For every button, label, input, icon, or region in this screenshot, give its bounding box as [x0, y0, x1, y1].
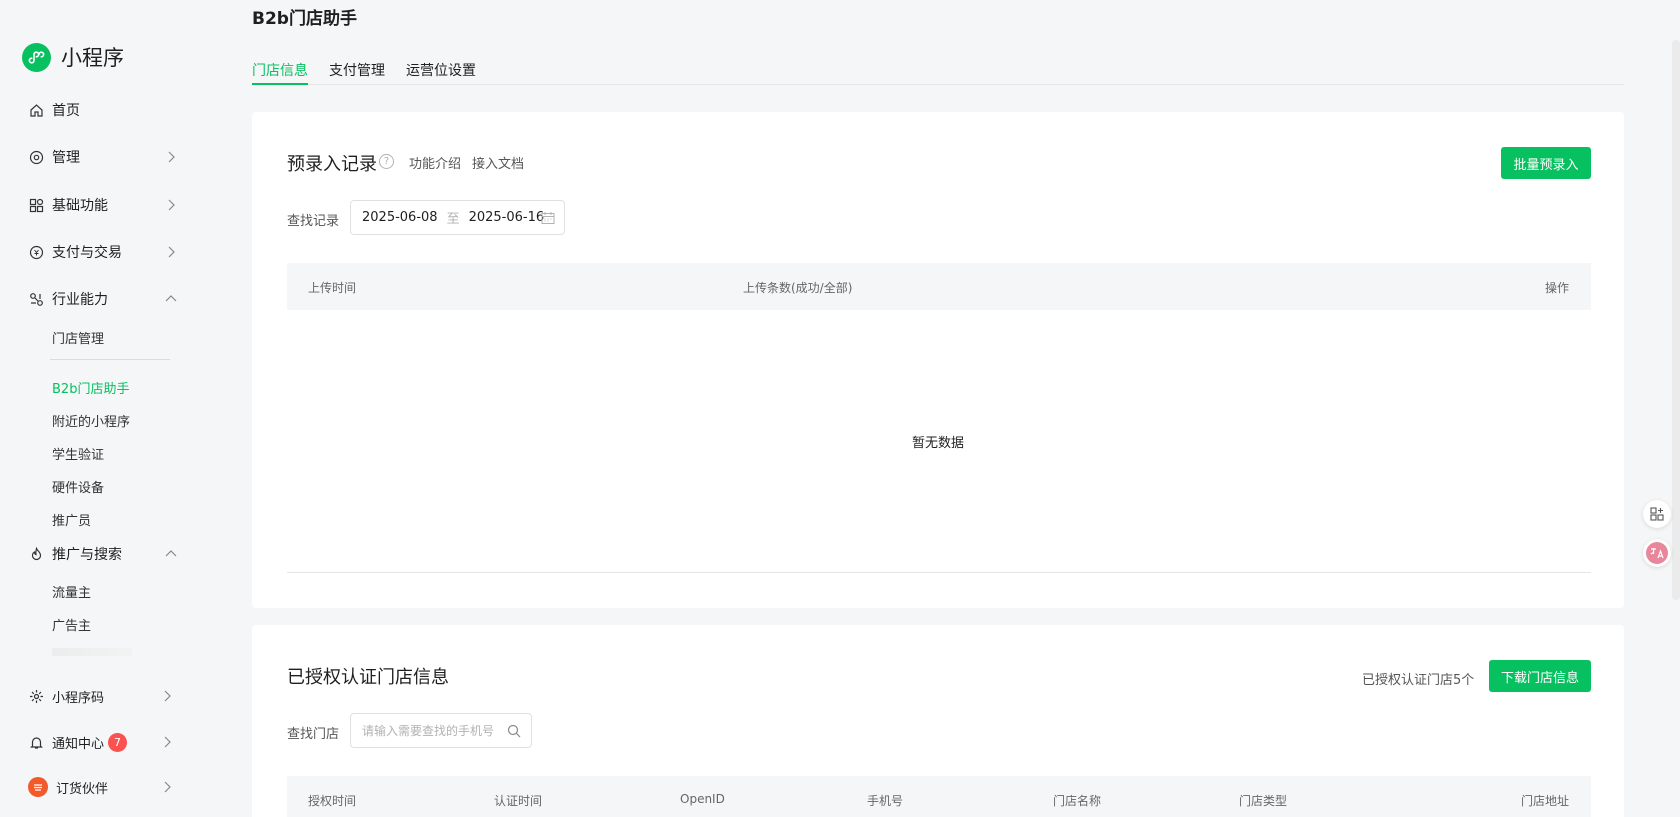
records-title: 预录入记录: [287, 154, 377, 175]
industry-icon: [28, 291, 44, 307]
date-end: 2025-06-16: [468, 210, 545, 225]
col-store-name: 门店名称: [1053, 794, 1102, 808]
nav-label: 首页: [52, 103, 80, 119]
date-separator: 至: [446, 212, 460, 227]
records-table-header: 上传时间 上传条数(成功/全部) 操作: [287, 263, 1591, 310]
stores-table-header: 授权时间 认证时间 OpenID 手机号 门店名称 门店类型 门店地址: [287, 776, 1591, 817]
faded-text: [52, 648, 132, 656]
chevron-right-icon: [168, 246, 175, 258]
chevron-right-icon: [164, 781, 171, 793]
chevron-up-icon: [165, 295, 177, 302]
sub-store-manage[interactable]: 门店管理: [52, 328, 104, 347]
chevron-right-icon: [164, 690, 171, 702]
translate-icon: [1646, 542, 1668, 564]
stores-card: 已授权认证门店信息 已授权认证门店5个 下载门店信息 查找门店 授权时间 认证时…: [252, 625, 1624, 817]
tab-bar: 门店信息 支付管理 运营位设置: [252, 56, 1624, 85]
scrollbar[interactable]: [1672, 40, 1680, 600]
divider: [50, 359, 170, 360]
nav-home[interactable]: 首页: [28, 96, 178, 124]
nav-label: 行业能力: [52, 292, 108, 308]
home-icon: [28, 102, 44, 118]
date-start: 2025-06-08: [362, 210, 438, 225]
nav-notifications[interactable]: 通知中心 7: [28, 728, 174, 756]
chevron-up-icon: [165, 550, 177, 557]
search-icon[interactable]: [507, 724, 521, 738]
chevron-right-icon: [168, 199, 175, 211]
sub-promoter[interactable]: 推广员: [52, 510, 91, 529]
col-store-type: 门店类型: [1239, 794, 1288, 808]
records-card: 预录入记录 ? 功能介绍 接入文档 批量预录入 查找记录 2025-06-08 …: [252, 112, 1624, 608]
nav-basic-features[interactable]: 基础功能: [28, 191, 178, 219]
sub-hardware[interactable]: 硬件设备: [52, 477, 104, 496]
nav-label: 通知中心: [52, 736, 105, 752]
col-auth-time: 授权时间: [308, 794, 357, 808]
nav-label: 支付与交易: [52, 245, 122, 261]
divider: [287, 572, 1591, 573]
nav-payment[interactable]: 支付与交易: [28, 238, 178, 266]
phone-search-input[interactable]: [362, 723, 502, 738]
manage-icon: [28, 149, 44, 165]
empty-state: 暂无数据: [911, 436, 964, 451]
feature-intro-link[interactable]: 功能介绍: [409, 153, 461, 172]
nav-manage[interactable]: 管理: [28, 143, 178, 171]
nav-promotion[interactable]: 推广与搜索: [28, 540, 178, 568]
nav-label: 基础功能: [52, 198, 108, 214]
col-openid: OpenID: [680, 792, 725, 806]
docs-link[interactable]: 接入文档: [472, 153, 524, 172]
sub-traffic-owner[interactable]: 流量主: [52, 582, 91, 601]
bell-icon: [28, 734, 44, 750]
col-upload-count: 上传条数(成功/全部): [743, 281, 853, 295]
stores-title: 已授权认证门店信息: [287, 667, 449, 688]
search-records-label: 查找记录: [287, 214, 340, 229]
col-upload-time: 上传时间: [308, 281, 357, 295]
partner-icon: [28, 777, 48, 797]
calendar-icon: [541, 212, 555, 224]
mini-program-code-icon: [28, 688, 44, 704]
nav-partner[interactable]: 订货伙伴: [28, 773, 174, 801]
nav-label: 小程序码: [52, 690, 105, 706]
download-stores-button[interactable]: 下载门店信息: [1489, 660, 1591, 692]
search-store-label: 查找门店: [287, 727, 340, 742]
store-count-text: 已授权认证门店5个: [1362, 673, 1475, 688]
app-logo[interactable]: 小程序: [22, 42, 124, 72]
payment-icon: [28, 244, 44, 260]
nav-industry[interactable]: 行业能力: [28, 285, 178, 313]
help-icon[interactable]: ?: [379, 154, 394, 169]
page-title: B2b门店助手: [252, 9, 357, 29]
logo-text: 小程序: [61, 46, 124, 70]
nav-label: 推广与搜索: [52, 547, 122, 563]
nav-qrcode[interactable]: 小程序码: [28, 682, 174, 710]
date-range-picker[interactable]: 2025-06-08 至 2025-06-16: [350, 200, 565, 235]
col-actions: 操作: [1544, 281, 1569, 295]
chevron-right-icon: [168, 151, 175, 163]
phone-search-box: [350, 713, 532, 748]
translate-float-button[interactable]: [1643, 539, 1671, 567]
sub-nearby[interactable]: 附近的小程序: [52, 411, 130, 430]
nav-label: 订货伙伴: [56, 781, 109, 797]
sidebar: 小程序 首页 管理 基础功能 支付与交易 行业能力 门店管理 B2b门店助手 附…: [0, 0, 200, 817]
nav-label: 管理: [52, 150, 80, 166]
app-grid-float-button[interactable]: [1643, 500, 1671, 528]
chevron-right-icon: [164, 736, 171, 748]
notification-badge: 7: [108, 732, 128, 752]
grid-icon: [28, 197, 44, 213]
mini-program-logo-icon: [22, 42, 51, 72]
tab-payment-manage[interactable]: 支付管理: [329, 60, 385, 85]
col-verify-time: 认证时间: [494, 794, 543, 808]
apps-icon: [1650, 507, 1664, 521]
sub-student-verify[interactable]: 学生验证: [52, 444, 104, 463]
sub-b2b-assistant[interactable]: B2b门店助手: [52, 378, 129, 397]
col-phone: 手机号: [867, 794, 904, 808]
tab-operation-settings[interactable]: 运营位设置: [406, 60, 476, 85]
sub-advertiser[interactable]: 广告主: [52, 615, 91, 634]
tab-store-info[interactable]: 门店信息: [252, 60, 308, 85]
batch-preentry-button[interactable]: 批量预录入: [1501, 147, 1591, 179]
fire-icon: [28, 546, 44, 562]
col-store-address: 门店地址: [1520, 794, 1569, 808]
